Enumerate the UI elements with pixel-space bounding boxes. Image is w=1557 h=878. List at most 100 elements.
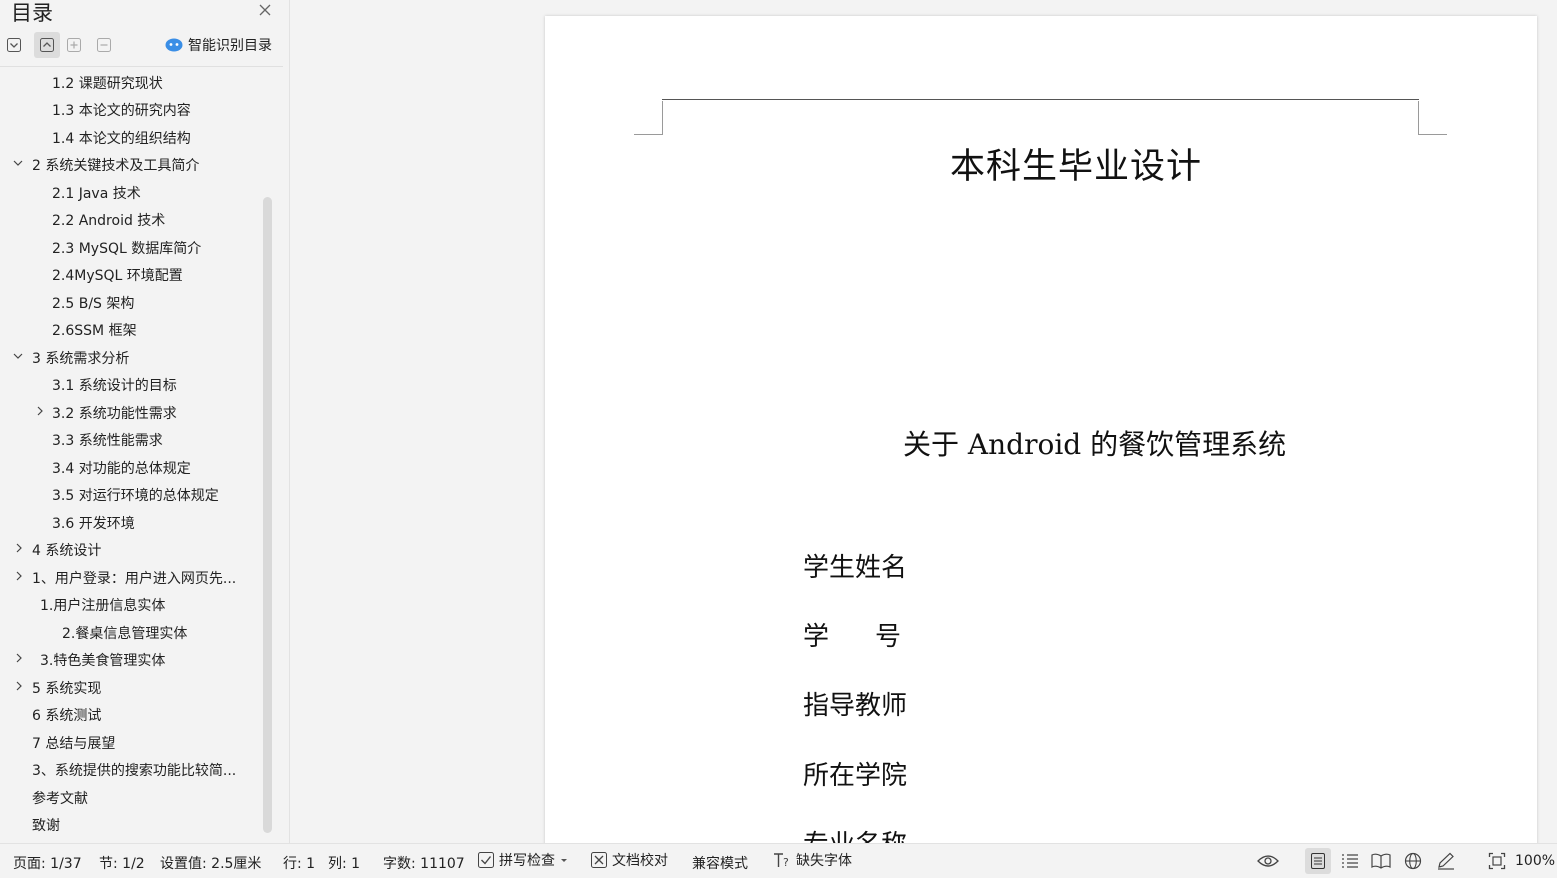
toc-item-label: 参考文献 <box>32 790 88 807</box>
toc-item[interactable]: 5 系统实现 <box>0 673 262 700</box>
field-major: 专业名称 <box>803 824 907 843</box>
write-view-icon[interactable] <box>1433 848 1459 874</box>
toc-item-label: 3、系统提供的搜索功能比较简... <box>32 763 237 779</box>
chevron-right-icon[interactable] <box>14 571 24 581</box>
zoom-level[interactable]: 100% <box>1515 853 1555 869</box>
toc-item[interactable]: 2.4MySQL 环境配置 <box>0 260 262 287</box>
toc-item-label: 5 系统实现 <box>32 680 102 697</box>
toc-item[interactable]: 3 系统需求分析 <box>0 343 262 370</box>
spell-check-button[interactable]: 拼写检查 <box>477 850 573 870</box>
proofread-button[interactable]: 文档校对 <box>590 850 668 870</box>
toc-item-label: 2.5 B/S 架构 <box>52 295 135 312</box>
ai-icon <box>165 38 183 52</box>
chevron-right-icon[interactable] <box>14 653 24 663</box>
toc-item-label: 1.用户注册信息实体 <box>40 598 166 614</box>
toc-item[interactable]: 3.3 系统性能需求 <box>0 425 262 452</box>
toc-item[interactable]: 3.5 对运行环境的总体规定 <box>0 480 262 507</box>
status-col[interactable]: 列: 1 <box>328 853 360 873</box>
toc-item[interactable]: 2.6SSM 框架 <box>0 315 262 342</box>
toc-item[interactable]: 3.特色美食管理实体 <box>0 645 262 672</box>
document-page[interactable]: 本科生毕业设计 关于 Android 的餐饮管理系统 学生姓名 学号 指导教师 … <box>545 16 1537 843</box>
compat-mode[interactable]: 兼容模式 <box>692 853 748 873</box>
toc-item-label: 3.3 系统性能需求 <box>52 433 163 449</box>
chevron-down-icon[interactable] <box>13 351 23 361</box>
close-icon[interactable] <box>257 2 273 18</box>
toc-item[interactable]: 参考文献 <box>0 783 262 810</box>
toc-item-label: 2.餐桌信息管理实体 <box>62 625 188 642</box>
status-setting[interactable]: 设置值: 2.5厘米 <box>160 853 261 873</box>
toc-item-label: 1.3 本论文的研究内容 <box>52 103 191 119</box>
toc-item[interactable]: 2.1 Java 技术 <box>0 178 262 205</box>
chevron-right-icon[interactable] <box>35 406 45 416</box>
eye-protect-icon[interactable] <box>1255 848 1281 874</box>
field-student-id: 学号 <box>803 622 948 652</box>
field-student-name: 学生姓名 <box>803 553 908 583</box>
toc-item[interactable]: 2.2 Android 技术 <box>0 205 262 232</box>
toc-item-label: 3.1 系统设计的目标 <box>52 378 177 394</box>
toc-item[interactable]: 2 系统关键技术及工具简介 <box>0 150 262 177</box>
fit-page-icon[interactable] <box>1484 848 1510 874</box>
toc-scrollbar[interactable] <box>263 197 272 833</box>
add-level-icon[interactable] <box>64 35 84 55</box>
toc-item[interactable]: 4 系统设计 <box>0 535 262 562</box>
page-view-icon[interactable] <box>1305 848 1331 874</box>
toc-item[interactable]: 致谢 <box>0 810 262 837</box>
toc-item-label: 6 系统测试 <box>32 708 102 724</box>
missing-font-label: 缺失字体 <box>796 853 852 869</box>
web-view-icon[interactable] <box>1400 848 1426 874</box>
toc-item-label: 3.2 系统功能性需求 <box>52 405 177 422</box>
toc-item-label: 1.2 课题研究现状 <box>52 75 163 92</box>
proofread-icon <box>591 852 607 868</box>
status-row[interactable]: 行: 1 <box>283 853 315 873</box>
toc-item[interactable]: 2.餐桌信息管理实体 <box>0 618 262 645</box>
toc-list: 1.2 课题研究现状 1.3 本论文的研究内容 1.4 本论文的组织结构 2 系统关键… <box>0 67 262 843</box>
toc-item-label: 3.特色美食管理实体 <box>40 653 166 669</box>
spell-check-label: 拼写检查 <box>499 853 555 869</box>
margin-corner-left <box>634 101 663 135</box>
toc-item-label: 1.4 本论文的组织结构 <box>52 130 191 147</box>
toc-item[interactable]: 2.3 MySQL 数据库简介 <box>0 233 262 260</box>
toc-item-label: 2.1 Java 技术 <box>52 185 141 202</box>
toc-item[interactable]: 3.6 开发环境 <box>0 508 262 535</box>
toc-item[interactable]: 3、系统提供的搜索功能比较简... <box>0 755 262 782</box>
toc-item-label: 3 系统需求分析 <box>32 350 130 367</box>
toc-item[interactable]: 3.2 系统功能性需求 <box>0 398 262 425</box>
outline-view-icon[interactable] <box>1337 848 1363 874</box>
collapse-all-icon[interactable] <box>34 32 60 58</box>
document-subtitle: 关于 Android 的餐饮管理系统 <box>903 428 1287 461</box>
toc-item-label: 3.6 开发环境 <box>52 515 135 532</box>
toc-item[interactable]: 1.3 本论文的研究内容 <box>0 95 262 122</box>
chevron-right-icon[interactable] <box>14 681 24 691</box>
expand-all-icon[interactable] <box>4 35 24 55</box>
toc-item[interactable]: 1.用户注册信息实体 <box>0 590 262 617</box>
toc-item[interactable]: 2.5 B/S 架构 <box>0 288 262 315</box>
status-page[interactable]: 页面: 1/37 <box>13 853 82 873</box>
toc-item-label: 3.5 对运行环境的总体规定 <box>52 488 219 504</box>
toc-item[interactable]: 6 系统测试 <box>0 700 262 727</box>
document-area[interactable]: 本科生毕业设计 关于 Android 的餐饮管理系统 学生姓名 学号 指导教师 … <box>290 0 1557 843</box>
toc-item[interactable]: 7 总结与展望 <box>0 728 262 755</box>
toc-item-label: 3.4 对功能的总体规定 <box>52 460 191 477</box>
margin-corner-right <box>1418 101 1447 135</box>
missing-font-button[interactable]: ? 缺失字体 <box>772 850 852 870</box>
toc-item-label: 2.6SSM 框架 <box>52 323 137 339</box>
toc-item[interactable]: 3.1 系统设计的目标 <box>0 370 262 397</box>
toc-item[interactable]: 3.4 对功能的总体规定 <box>0 453 262 480</box>
status-section[interactable]: 节: 1/2 <box>99 853 145 873</box>
toc-item[interactable]: 1、用户登录：用户进入网页先... <box>0 563 262 590</box>
toc-item-label: 2.2 Android 技术 <box>52 213 166 229</box>
smart-toc-button[interactable]: 智能识别目录 <box>165 35 272 55</box>
reading-view-icon[interactable] <box>1368 848 1394 874</box>
remove-level-icon[interactable] <box>94 35 114 55</box>
status-bar: 页面: 1/37 节: 1/2 设置值: 2.5厘米 行: 1 列: 1 字数:… <box>0 843 1557 878</box>
missing-font-icon: ? <box>774 853 789 869</box>
chevron-right-icon[interactable] <box>14 543 24 553</box>
status-word-count[interactable]: 字数: 11107 <box>383 853 465 873</box>
toc-panel: 目录 智能识别目录 1.2 课题研究现状 1.3 本论文的研究内容 1.4 本论文的… <box>0 0 290 843</box>
chevron-down-icon[interactable] <box>13 158 23 168</box>
spell-check-icon <box>478 852 494 868</box>
dropdown-arrow-icon <box>561 859 567 862</box>
header-line <box>662 99 1419 100</box>
toc-item[interactable]: 1.2 课题研究现状 <box>0 68 262 95</box>
toc-item[interactable]: 1.4 本论文的组织结构 <box>0 123 262 150</box>
